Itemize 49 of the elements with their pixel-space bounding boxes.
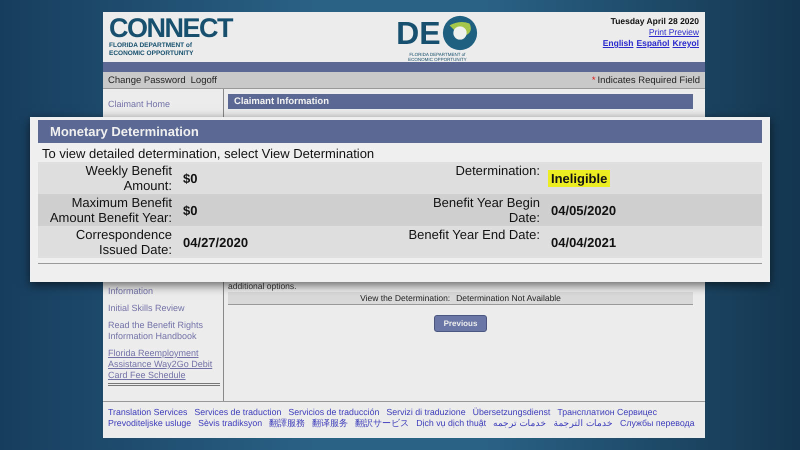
field-value: 04/27/2020	[182, 234, 250, 250]
required-note: Indicates Required Field	[598, 74, 700, 86]
language-link[interactable]: English	[602, 38, 634, 48]
translation-link[interactable]: Dịch vụ dịch thuật	[416, 418, 486, 430]
field-label: Maximum Benefit Amount Benefit Year:	[48, 195, 172, 225]
translation-link[interactable]: Службы перевода	[620, 418, 695, 430]
field-value: 04/04/2021	[550, 234, 618, 250]
translation-link[interactable]: Translation Services	[108, 407, 188, 417]
translation-link[interactable]: Übersetzungsdienst	[472, 407, 550, 417]
field-label: Correspondence Issued Date:	[74, 227, 172, 257]
field-value: Ineligible	[548, 170, 610, 186]
instruction-text: To view detailed determination, select View Determination	[41, 145, 376, 162]
panel-title: Monetary Determination	[38, 120, 762, 143]
view-label: View the Determination:	[360, 293, 450, 303]
sidebar-link[interactable]: Read the Benefit Rights Information Handbook	[108, 320, 220, 342]
sidebar-link[interactable]: Florida Reemployment Assistance Way2Go Debit Card Fee Schedule	[108, 348, 220, 381]
field-value: 04/05/2020	[550, 202, 618, 218]
field-value: $0	[182, 202, 198, 218]
translation-link[interactable]: Services de traduction	[194, 407, 282, 417]
translation-link[interactable]: Servicios de traducción	[288, 407, 380, 417]
view-value: Determination Not Available	[456, 293, 561, 303]
translation-link[interactable]: 翻譯服務	[269, 418, 306, 430]
date-text: Tuesday April 28 2020	[610, 16, 699, 26]
print-preview-link[interactable]: Print Preview	[648, 27, 699, 37]
language-link[interactable]: Español	[636, 38, 670, 48]
translation-link[interactable]: 翻译服务	[312, 418, 348, 430]
nav-link[interactable]: Logoff	[190, 74, 217, 86]
translation-link[interactable]: Трансплатион Сервицес	[557, 407, 657, 417]
required-mark: *	[592, 74, 596, 86]
translation-link[interactable]: Prevoditeljske usluge	[108, 418, 192, 430]
language-link[interactable]: Kreyol	[672, 38, 699, 48]
field-value: $0	[182, 170, 198, 186]
sidebar-link[interactable]: Initial Skills Review	[108, 303, 220, 314]
sidebar-link[interactable]: Claimant Home	[108, 99, 220, 110]
previous-button[interactable]: Previous	[434, 315, 488, 332]
field-label: Weekly Benefit Amount:	[84, 163, 172, 193]
field-label: Determination:	[454, 163, 540, 180]
section-header: Claimant Information	[228, 94, 693, 109]
deo-logo-text: DE	[396, 15, 441, 51]
sidebar-link[interactable]: Information	[108, 286, 220, 297]
translation-link[interactable]: خدمات الترجمة	[554, 418, 614, 430]
notice-text: additional options.	[228, 281, 298, 292]
field-label: Benefit Year Begin Date:	[432, 195, 540, 225]
translation-link[interactable]: Servizi di traduzione	[386, 407, 466, 417]
translation-link[interactable]: 翻訳サービス	[355, 418, 410, 430]
nav-link[interactable]: Change Password	[108, 74, 186, 86]
translation-link[interactable]: Sèvis tradiksyon	[198, 418, 262, 430]
translation-link[interactable]: خدمات ترجمه	[493, 418, 547, 430]
field-label: Benefit Year End Date:	[407, 227, 540, 244]
